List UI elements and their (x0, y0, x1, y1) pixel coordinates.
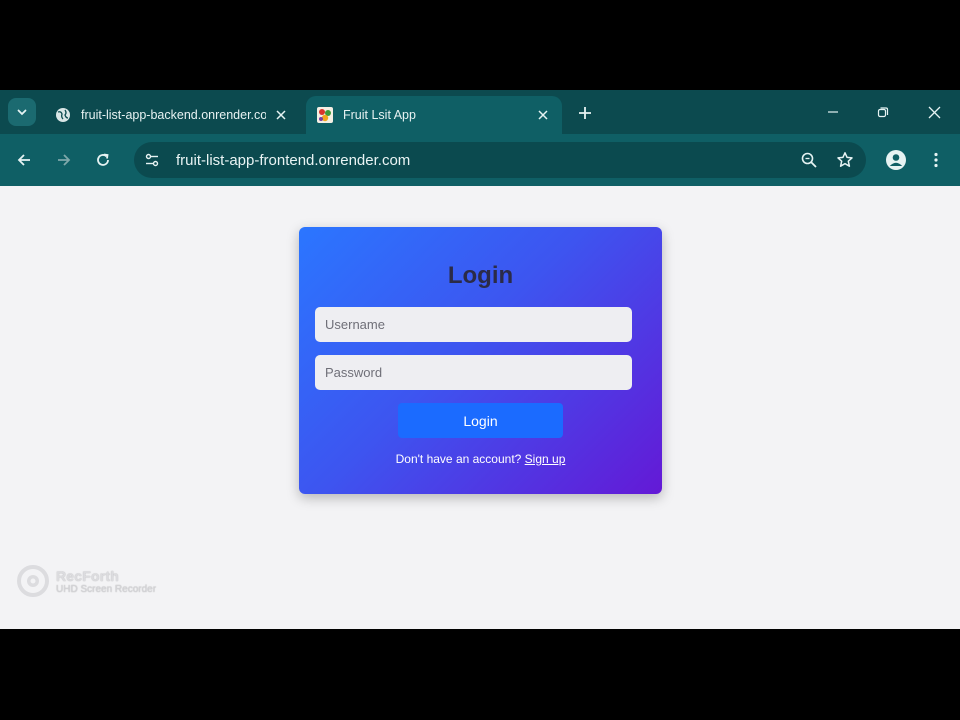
url-text[interactable]: fruit-list-app-frontend.onrender.com (176, 152, 794, 169)
signup-prompt: Don't have an account? Sign up (299, 452, 662, 466)
new-tab-button[interactable] (572, 100, 598, 126)
bookmark-star-icon[interactable] (830, 145, 860, 175)
username-input[interactable] (315, 307, 632, 342)
address-bar[interactable]: fruit-list-app-frontend.onrender.com (134, 142, 866, 178)
tab-fruit-list-app[interactable]: Fruit Lsit App (306, 96, 562, 134)
menu-button[interactable] (922, 146, 950, 174)
login-card: Login Login Don't have an account? Sign … (299, 227, 662, 494)
fruit-favicon-icon (316, 106, 334, 124)
profile-button[interactable] (882, 146, 910, 174)
close-tab-icon[interactable] (272, 106, 290, 124)
video-frame: fruit-list-app-backend.onrender.com Frui… (0, 0, 960, 720)
close-icon (928, 106, 940, 118)
close-window-button[interactable] (920, 98, 948, 126)
browser-window: fruit-list-app-backend.onrender.com Frui… (0, 90, 960, 629)
recorder-logo-icon (17, 565, 49, 597)
tab-backend[interactable]: fruit-list-app-backend.onrender.com (44, 96, 300, 134)
more-vert-icon (934, 152, 938, 168)
globe-icon (54, 106, 72, 124)
chevron-down-icon (17, 109, 27, 116)
avatar-icon (886, 150, 906, 170)
tab-search-button[interactable] (8, 98, 36, 126)
tab-strip: fruit-list-app-backend.onrender.com Frui… (0, 90, 960, 134)
password-input[interactable] (315, 355, 632, 390)
plus-icon (579, 107, 591, 119)
tab-title: fruit-list-app-backend.onrender.com (81, 108, 266, 122)
back-button[interactable] (10, 146, 38, 174)
tab-title: Fruit Lsit App (343, 108, 416, 122)
watermark-title: RecForth (56, 567, 120, 584)
arrow-left-icon (17, 154, 30, 166)
reload-button[interactable] (89, 146, 117, 174)
page-content: Login Login Don't have an account? Sign … (0, 186, 960, 629)
site-settings-icon[interactable] (137, 145, 167, 175)
forward-button[interactable] (50, 146, 78, 174)
signup-prompt-text: Don't have an account? (395, 452, 522, 466)
zoom-icon[interactable] (794, 145, 824, 175)
minimize-button[interactable] (819, 98, 847, 126)
watermark-subtitle: UHD Screen Recorder (56, 583, 157, 595)
recorder-watermark: RecForth UHD Screen Recorder (16, 563, 156, 599)
close-tab-icon[interactable] (534, 106, 552, 124)
reload-icon (97, 153, 109, 166)
login-button[interactable]: Login (398, 403, 563, 438)
restore-icon (877, 107, 889, 118)
browser-toolbar: fruit-list-app-frontend.onrender.com (0, 134, 960, 186)
minimize-icon (828, 111, 838, 113)
restore-button[interactable] (869, 98, 897, 126)
login-heading: Login (447, 262, 514, 289)
arrow-right-icon (58, 154, 71, 166)
signup-link[interactable]: Sign up (525, 452, 566, 466)
